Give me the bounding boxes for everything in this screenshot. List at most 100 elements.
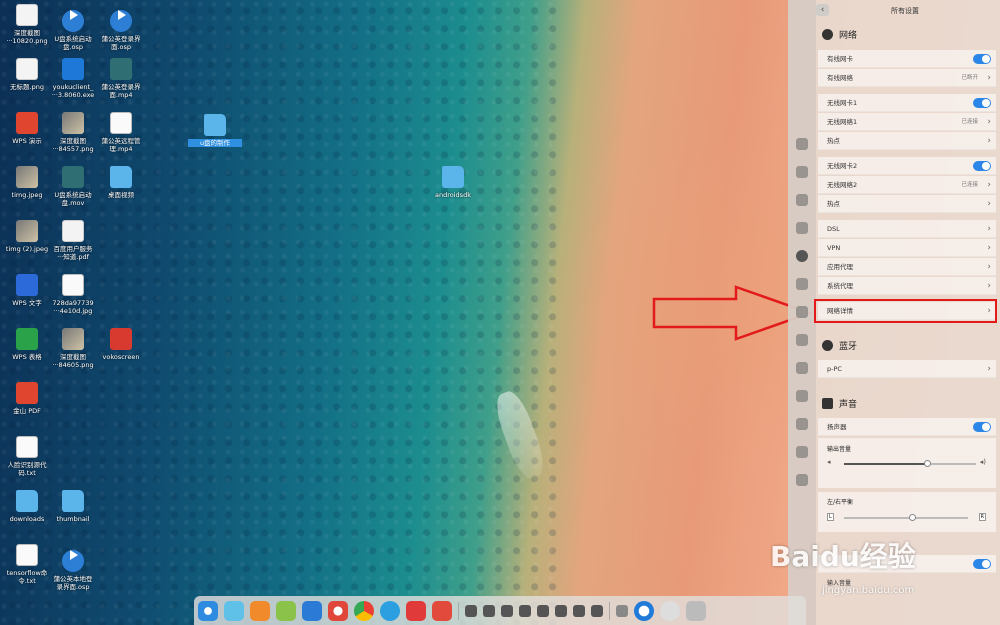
bluetooth-device-row[interactable]: p-PC ›: [818, 360, 996, 378]
wired-network-row[interactable]: 有线网络 已断开 ›: [818, 69, 996, 87]
music-icon[interactable]: [276, 600, 296, 621]
clock-icon[interactable]: [660, 600, 680, 621]
system-proxy-row[interactable]: 系统代理 ›: [818, 277, 996, 295]
sound-icon[interactable]: [796, 306, 808, 318]
dsl-row[interactable]: DSL ›: [818, 220, 996, 238]
speaker-row[interactable]: 扬声器: [818, 418, 996, 436]
update-icon[interactable]: [796, 446, 808, 458]
balance-knob[interactable]: [909, 514, 917, 521]
volume-icon[interactable]: [519, 604, 531, 617]
settings-gear-icon[interactable]: [328, 600, 348, 621]
chrome-icon[interactable]: [354, 600, 374, 621]
output-volume-fill: [844, 463, 928, 465]
network-heading-label: 网络: [839, 31, 858, 41]
speaker-toggle[interactable]: [973, 422, 991, 432]
app-proxy-row[interactable]: 应用代理 ›: [818, 258, 996, 276]
baidu-watermark-url: jingyan.baidu.com: [822, 585, 915, 596]
desktop-icon[interactable]: 百度用户服务 ···知道.pdf: [46, 220, 100, 261]
desktop-icon-label: 百度用户服务 ···知道.pdf: [53, 245, 93, 261]
wired-card-toggle[interactable]: [973, 54, 991, 64]
blue-file-icon: [62, 550, 84, 572]
desktop-icon[interactable]: 蒲公英本地登 录界面.osp: [46, 544, 100, 591]
balance-slider[interactable]: [844, 517, 968, 519]
desktop-icon[interactable]: androidsdk: [426, 166, 480, 199]
mouse-icon[interactable]: [796, 390, 808, 402]
tray-expand-icon[interactable]: [616, 604, 628, 617]
wifi-icon[interactable]: [537, 604, 549, 617]
wireless-card2-toggle[interactable]: [973, 161, 991, 171]
microphone-toggle[interactable]: [973, 559, 991, 569]
info-icon[interactable]: [796, 474, 808, 486]
launcher-icon[interactable]: [198, 600, 218, 621]
vpn-row[interactable]: VPN ›: [818, 239, 996, 257]
network-icon[interactable]: [796, 250, 808, 262]
wireless-card1-toggle[interactable]: [973, 98, 991, 108]
doc-file-icon: [16, 544, 38, 566]
browser-icon[interactable]: [380, 600, 400, 621]
hotspot1-label: 热点: [827, 137, 840, 145]
output-volume-knob[interactable]: [924, 460, 932, 467]
desktop-icon-label: 蒲公英登录界 面.osp: [101, 35, 141, 51]
rec-file-icon: [110, 328, 132, 350]
trash-icon[interactable]: [686, 600, 706, 621]
power-icon[interactable]: [796, 362, 808, 374]
speaker-label: 扬声器: [827, 423, 847, 431]
chevron-right-icon: ›: [987, 136, 991, 146]
hotspot2-row[interactable]: 热点 ›: [818, 195, 996, 213]
hotspot1-row[interactable]: 热点 ›: [818, 132, 996, 150]
pen-icon[interactable]: [573, 604, 585, 617]
wps-w-file-icon: [16, 274, 38, 296]
desktop-icon[interactable]: U盘系统启动 盘.mov: [46, 166, 100, 207]
desktop-icon[interactable]: u盘的制作: [188, 114, 242, 147]
video-player-icon[interactable]: [302, 600, 322, 621]
keyboard-icon[interactable]: [483, 604, 495, 617]
wireless-network1-row[interactable]: 无线网络1 已连接 ›: [818, 113, 996, 131]
tray-app-icon[interactable]: [465, 604, 477, 617]
desktop-icon[interactable]: 蒲公英登录界 面.mp4: [94, 58, 148, 99]
desktop-icon[interactable]: 桌面视频: [94, 166, 148, 199]
photo-file-icon: [16, 166, 38, 188]
desktop-icon-label: U盘系统启动 盘.osp: [54, 35, 92, 51]
folder-file-icon: [62, 490, 84, 512]
screen-recorder-icon[interactable]: [432, 600, 452, 621]
back-button[interactable]: ‹: [816, 4, 829, 16]
wireless-card1-label: 无线网卡1: [827, 99, 858, 107]
display-icon[interactable]: [796, 166, 808, 178]
wired-card-row[interactable]: 有线网卡: [818, 50, 996, 68]
desktop-icon[interactable]: 728da97739 ···4e10d.jpg: [46, 274, 100, 315]
yandex-icon[interactable]: [406, 600, 426, 621]
wireless-network2-row[interactable]: 无线网络2 已连接 ›: [818, 176, 996, 194]
usb-icon[interactable]: [501, 604, 513, 617]
power-button-icon[interactable]: [634, 600, 654, 621]
png-file-icon: [16, 4, 38, 26]
desktop-icon[interactable]: 蒲公英远程管 理.mp4: [94, 112, 148, 153]
personalization-icon[interactable]: [796, 222, 808, 234]
doc-file-icon: [62, 274, 84, 296]
desktop-icon[interactable]: 蒲公英登录界 面.osp: [94, 4, 148, 51]
doc-file-icon: [110, 112, 132, 134]
taskbar-separator: [609, 601, 610, 620]
time-icon[interactable]: [796, 334, 808, 346]
desktop-icon[interactable]: 人脸识别源代 码.txt: [0, 436, 54, 477]
wireless-card2-row[interactable]: 无线网卡2: [818, 157, 996, 175]
wireless-network1-label: 无线网络1: [827, 118, 858, 126]
wireless-card1-row[interactable]: 无线网卡1: [818, 94, 996, 112]
keyboard-icon[interactable]: [796, 418, 808, 430]
bluetooth-icon[interactable]: [796, 278, 808, 290]
desktop-icon[interactable]: U盘系统启动 盘.osp: [46, 4, 100, 51]
desktop-icon[interactable]: 金山 PDF: [0, 382, 54, 415]
wifi2-icon[interactable]: [555, 604, 567, 617]
default-apps-icon[interactable]: [796, 194, 808, 206]
desktop-icon[interactable]: 深度截图 ···84557.png: [46, 112, 100, 153]
desktop-icon[interactable]: thumbnail: [46, 490, 100, 523]
file-manager-icon[interactable]: [224, 600, 244, 621]
app-store-icon[interactable]: [250, 600, 270, 621]
sound-heading-label: 声音: [839, 400, 858, 410]
desktop-icon[interactable]: 深度截图 ···84605.png: [46, 328, 100, 369]
sound-section-heading: 声音: [822, 397, 857, 410]
account-icon[interactable]: [796, 138, 808, 150]
desktop-icon[interactable]: vokoscreen: [94, 328, 148, 361]
desktop-icon[interactable]: youkuclient_ ···3.8060.exe: [46, 58, 100, 99]
system-proxy-label: 系统代理: [827, 282, 853, 290]
battery-icon[interactable]: [591, 604, 603, 617]
